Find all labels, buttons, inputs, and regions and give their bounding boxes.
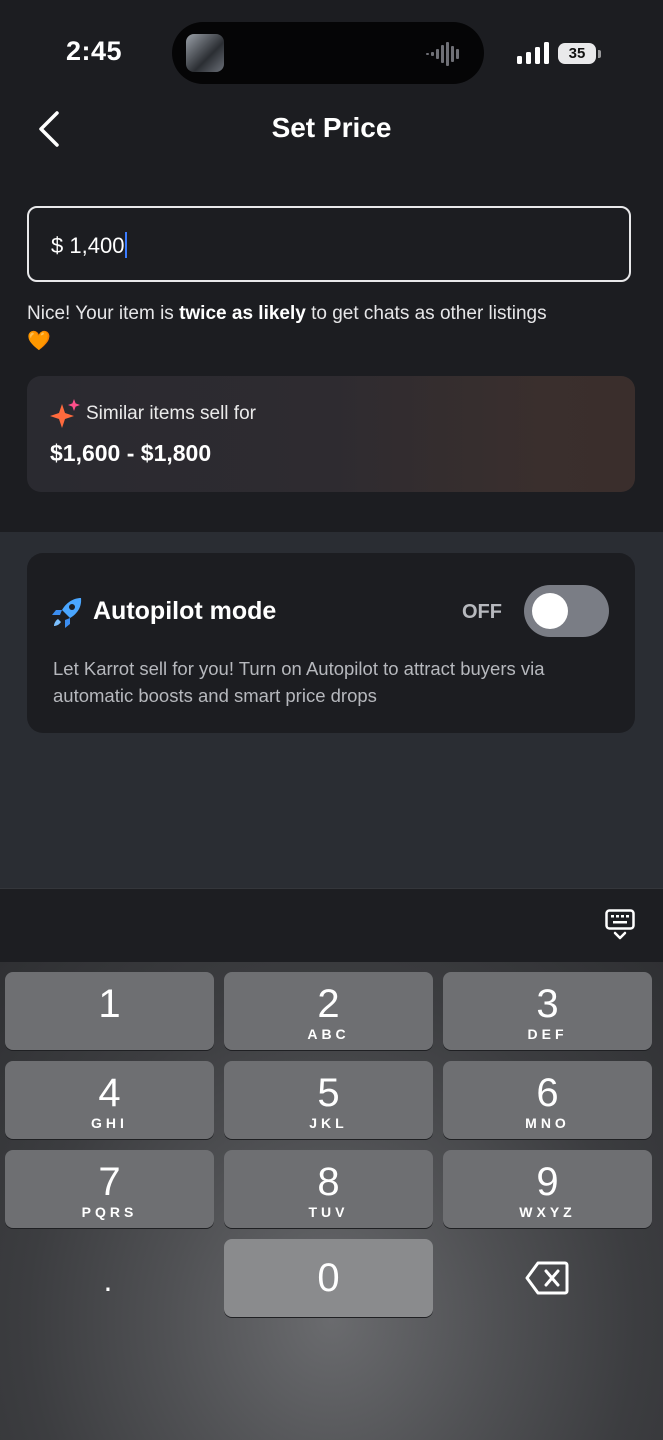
page-title: Set Price	[271, 112, 392, 143]
autopilot-title: Autopilot mode	[93, 597, 277, 625]
rocket-icon	[52, 598, 82, 628]
price-hint: Nice! Your item is twice as likely to ge…	[27, 303, 547, 352]
key-1[interactable]: 1	[5, 972, 214, 1050]
key-0[interactable]: 0	[224, 1239, 433, 1317]
similar-price-range: $1,600 - $1,800	[50, 440, 212, 466]
similar-items-label: Similar items sell for	[86, 403, 256, 424]
keyboard-toolbar	[0, 888, 663, 963]
keyboard-dismiss-icon[interactable]	[605, 909, 635, 941]
key-2[interactable]: 2 ABC	[224, 972, 433, 1050]
key-4[interactable]: 4 GHI	[5, 1061, 214, 1139]
dynamic-island	[172, 22, 484, 84]
similar-items-card: Similar items sell for $1,600 - $1,800	[27, 376, 635, 492]
key-3[interactable]: 3 DEF	[443, 972, 652, 1050]
key-6[interactable]: 6 MNO	[443, 1061, 652, 1139]
autopilot-state-label: OFF	[462, 601, 502, 623]
orange-heart-icon: 🧡	[27, 331, 51, 352]
key-9[interactable]: 9 WXYZ	[443, 1150, 652, 1228]
price-input[interactable]: $ 1,400	[27, 206, 631, 282]
audio-wave-icon	[426, 42, 459, 66]
autopilot-card: Autopilot mode OFF Let Karrot sell for y…	[27, 553, 635, 733]
autopilot-description: Let Karrot sell for you! Turn on Autopil…	[53, 658, 545, 706]
now-playing-artwork	[186, 34, 224, 72]
sparkle-icon	[50, 399, 80, 428]
key-8[interactable]: 8 TUV	[224, 1150, 433, 1228]
toggle-knob	[532, 593, 568, 629]
price-value: 1,400	[69, 233, 125, 258]
key-decimal[interactable]: .	[100, 1262, 116, 1298]
battery-icon: 35	[558, 43, 596, 64]
status-time: 2:45	[66, 36, 123, 66]
cellular-signal-icon	[517, 42, 549, 64]
backspace-icon[interactable]	[525, 1260, 569, 1296]
key-7[interactable]: 7 PQRS	[5, 1150, 214, 1228]
autopilot-toggle[interactable]	[524, 585, 609, 637]
key-5[interactable]: 5 JKL	[224, 1061, 433, 1139]
text-caret	[125, 232, 128, 258]
status-bar: 2:45 35	[0, 0, 663, 105]
currency-symbol: $	[51, 233, 64, 258]
battery-tip	[598, 50, 601, 58]
